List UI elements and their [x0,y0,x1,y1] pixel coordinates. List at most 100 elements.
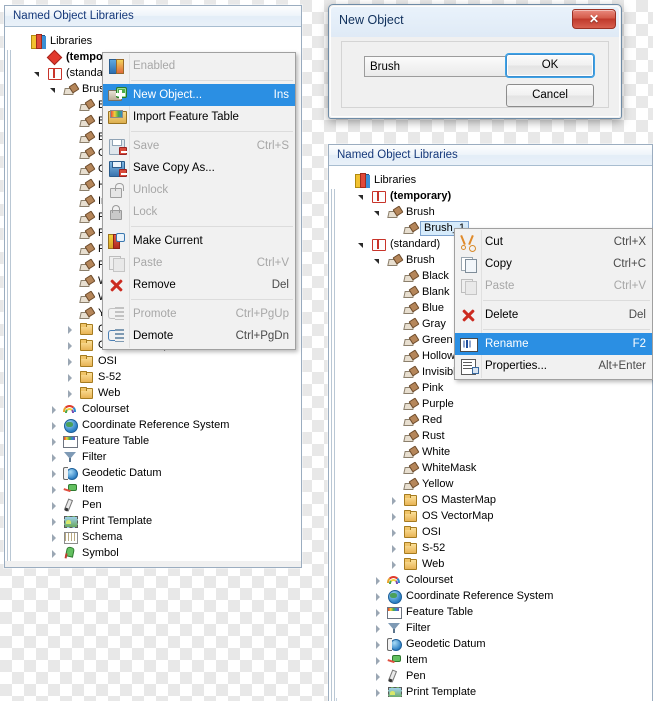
chevron-right-icon[interactable] [49,516,60,527]
tree-item-brush[interactable]: Brush [337,204,647,220]
tree-item-web[interactable]: Web [13,385,296,401]
chevron-right-icon[interactable] [65,372,76,383]
tree-item-print-template[interactable]: Print Template [337,684,647,698]
tree-item-label: Red [422,414,443,426]
menu-item-properties[interactable]: Properties... Alt+Enter [455,355,652,377]
tree-item-feature-table[interactable]: Feature Table [13,433,296,449]
chevron-right-icon[interactable] [389,559,400,570]
chevron-right-icon[interactable] [49,420,60,431]
tree-item-colourset[interactable]: Colourset [337,572,647,588]
menu-item-new-object[interactable]: New Object... Ins [103,84,295,106]
tree-item-symbol[interactable]: Symbol [13,545,296,561]
menu-item-delete[interactable]: Delete Del [455,304,652,326]
tree-item-pen[interactable]: Pen [13,497,296,513]
left-panel-scroll-area[interactable] [5,561,301,567]
object-context-menu[interactable]: Cut Ctrl+X Copy Ctrl+C Paste Ctrl+V Delete Del R… [454,228,653,380]
brush-icon [402,348,418,364]
tree-item-os-vectormap[interactable]: OS VectorMap [337,508,647,524]
chevron-right-icon[interactable] [49,548,60,559]
chevron-right-icon[interactable] [389,543,400,554]
tree-item-white[interactable]: White [337,444,647,460]
chevron-right-icon[interactable] [65,340,76,351]
tree-item-schema[interactable]: Schema [13,529,296,545]
tree-item-osi[interactable]: OSI [13,353,296,369]
symbol-icon [62,545,78,561]
chevron-right-icon[interactable] [49,436,60,447]
ok-button[interactable]: OK [506,54,594,77]
menu-item-make-current[interactable]: Make Current [103,230,295,252]
tree-item-item[interactable]: Item [337,652,647,668]
library-context-menu[interactable]: Enabled New Object... Ins Import Feature Ta… [102,52,296,350]
chevron-right-icon[interactable] [389,527,400,538]
tree-item-geodetic-datum[interactable]: Geodetic Datum [337,636,647,652]
chevron-right-icon[interactable] [373,591,384,602]
tree-item-feature-table[interactable]: Feature Table [337,604,647,620]
tree-item-whitemask[interactable]: WhiteMask [337,460,647,476]
chevron-right-icon[interactable] [49,500,60,511]
chevron-down-icon[interactable] [357,239,368,250]
menu-item-rename[interactable]: Rename F2 [455,333,652,355]
tree-item-rust[interactable]: Rust [337,428,647,444]
chevron-right-icon[interactable] [373,607,384,618]
menu-item-copy[interactable]: Copy Ctrl+C [455,253,652,275]
chevron-down-icon[interactable] [357,191,368,202]
tree-item-temporary[interactable]: (temporary) [337,188,647,204]
tree-item-item[interactable]: Item [13,481,296,497]
brush-icon [78,113,94,129]
chevron-right-icon[interactable] [373,671,384,682]
tree-item-web[interactable]: Web [337,556,647,572]
chevron-right-icon[interactable] [49,468,60,479]
chevron-right-icon[interactable] [373,575,384,586]
menu-separator [131,299,293,300]
tree-item-pen[interactable]: Pen [337,668,647,684]
chevron-right-icon[interactable] [389,511,400,522]
menu-item-label: Properties... [485,360,547,372]
lock-icon [107,203,127,221]
chevron-right-icon[interactable] [373,623,384,634]
tree-item-coordinate-reference-system[interactable]: Coordinate Reference System [13,417,296,433]
chevron-down-icon[interactable] [373,255,384,266]
tree-item-s-52[interactable]: S-52 [337,540,647,556]
menu-item-demote[interactable]: Demote Ctrl+PgDn [103,325,295,347]
tree-item-purple[interactable]: Purple [337,396,647,412]
tree-item-print-template[interactable]: Print Template [13,513,296,529]
tree-item-os-mastermap[interactable]: OS MasterMap [337,492,647,508]
chevron-right-icon[interactable] [49,532,60,543]
chevron-right-icon[interactable] [373,639,384,650]
menu-item-save-copy-as[interactable]: Save Copy As... [103,157,295,179]
chevron-down-icon[interactable] [33,68,44,79]
menu-item-cut[interactable]: Cut Ctrl+X [455,231,652,253]
chevron-right-icon[interactable] [65,388,76,399]
chevron-right-icon[interactable] [49,404,60,415]
brush-icon [402,316,418,332]
chevron-down-icon[interactable] [373,207,384,218]
tree-item-filter[interactable]: Filter [13,449,296,465]
tree-item-filter[interactable]: Filter [337,620,647,636]
close-icon[interactable]: ✕ [572,9,616,29]
tree-item-s-52[interactable]: S-52 [13,369,296,385]
tree-item-pink[interactable]: Pink [337,380,647,396]
tree-item-libraries[interactable]: Libraries [13,33,296,49]
tree-item-coordinate-reference-system[interactable]: Coordinate Reference System [337,588,647,604]
chevron-right-icon[interactable] [373,655,384,666]
tree-item-red[interactable]: Red [337,412,647,428]
tree-item-geodetic-datum[interactable]: Geodetic Datum [13,465,296,481]
menu-item-remove[interactable]: Remove Del [103,274,295,296]
cancel-button[interactable]: Cancel [506,84,594,107]
chevron-right-icon[interactable] [49,452,60,463]
chevron-right-icon[interactable] [389,495,400,506]
chevron-right-icon[interactable] [65,356,76,367]
chevron-right-icon[interactable] [65,324,76,335]
chevron-down-icon[interactable] [49,84,60,95]
tree-item-osi[interactable]: OSI [337,524,647,540]
tree-item-libraries[interactable]: Libraries [337,172,647,188]
menu-item-import-feature-table[interactable]: Import Feature Table [103,106,295,128]
object-type-select[interactable]: Brush [364,56,526,77]
tree-item-colourset[interactable]: Colourset [13,401,296,417]
chevron-right-icon[interactable] [49,484,60,495]
tree-item-yellow[interactable]: Yellow [337,476,647,492]
brush-icon [402,476,418,492]
chevron-right-icon[interactable] [373,687,384,698]
